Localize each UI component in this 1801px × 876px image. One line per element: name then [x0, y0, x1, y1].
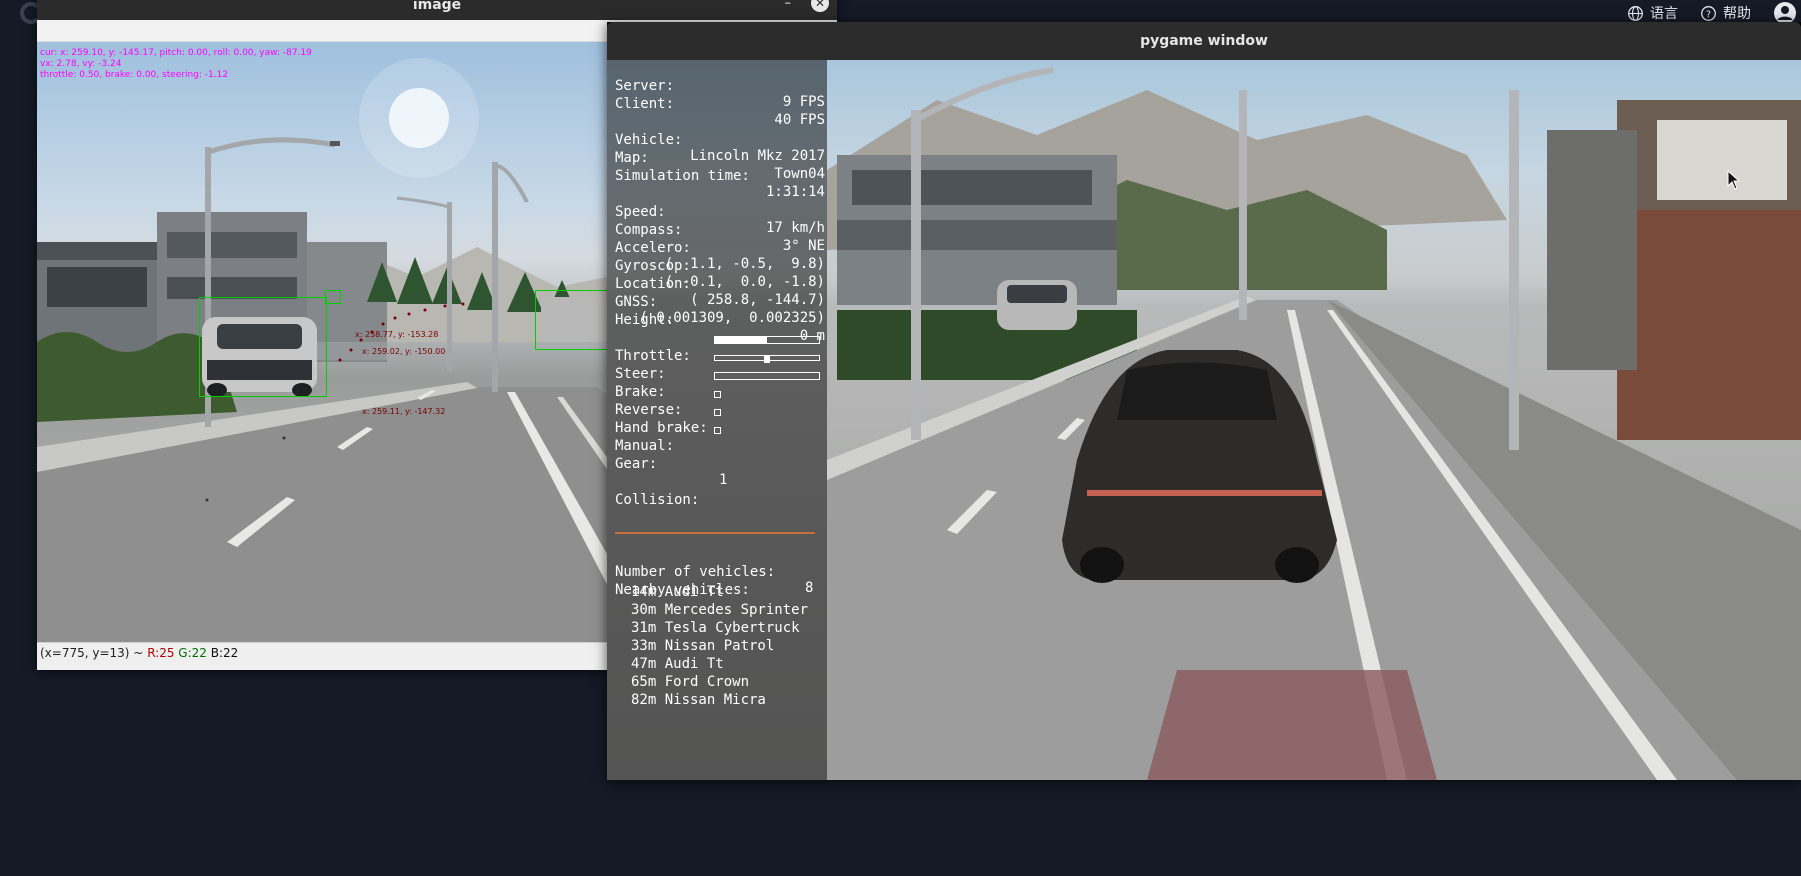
- language-menu[interactable]: 语言: [1627, 3, 1678, 23]
- close-icon: ✕: [814, 0, 826, 10]
- hud-accelero: Accelero: ( 1.1, -0.5, 9.8): [615, 224, 825, 272]
- pygame-window-titlebar[interactable]: pygame window: [607, 22, 1801, 60]
- waypoint-label: x: 258.77, y: -153.28: [355, 330, 439, 339]
- help-menu[interactable]: ? 帮助: [1700, 3, 1751, 23]
- cursor-coords: (x=775, y=13) ~: [40, 646, 144, 660]
- vehicle-bounding-box: [535, 290, 615, 350]
- manual-checkbox: [714, 427, 721, 434]
- hud-gear: Gear: 1: [615, 440, 825, 488]
- hud-steer: Steer:: [615, 350, 825, 382]
- hud-nearby-label: Nearby vehicles:: [615, 566, 825, 598]
- steer-bar: [714, 355, 820, 363]
- question-circle-icon: ?: [1701, 5, 1716, 21]
- control-readout: throttle: 0.50, brake: 0.00, steering: -…: [40, 70, 229, 80]
- pygame-window[interactable]: pygame window Server: 9 FPS Client: 40 F…: [607, 22, 1801, 780]
- collision-label: Collision:: [615, 492, 700, 508]
- pixel-r-value: R:25: [147, 646, 175, 660]
- simulation-view[interactable]: Server: 9 FPS Client: 40 FPS Vehicle: Li…: [607, 60, 1801, 780]
- nearby-vehicle-item: 82m Nissan Micra: [631, 692, 766, 708]
- collision-history-graph: [615, 532, 815, 534]
- waypoint-label: x: 259.11, y: -147.32: [362, 407, 446, 416]
- throttle-bar: [714, 336, 820, 344]
- hud-compass: Compass: 3° NE: [615, 206, 825, 254]
- hud-gnss: GNSS: ( 0.001309, 0.002325): [615, 278, 825, 326]
- nearby-vehicle-item: 31m Tesla Cybertruck: [631, 620, 800, 636]
- reverse-checkbox: [714, 391, 721, 398]
- hud-panel: Server: 9 FPS Client: 40 FPS Vehicle: Li…: [607, 60, 827, 780]
- nearby-vehicle-item: 65m Ford Crown: [631, 674, 750, 690]
- hud-brake: Brake:: [615, 368, 825, 400]
- waypoint-label: x: 259.02, y: -150.00: [362, 347, 446, 356]
- vehicle-bounding-box: [199, 297, 327, 397]
- hud-reverse: Reverse:: [615, 386, 825, 418]
- velocity-readout: vx: 2.78, vy: -3.24: [40, 59, 122, 69]
- gear-label: Gear:: [615, 456, 658, 472]
- hud-gyroscop: Gyroscop: ( -0.1, 0.0, -1.8): [615, 242, 825, 290]
- svg-text:?: ?: [1706, 9, 1711, 20]
- client-label: Client:: [615, 96, 675, 112]
- pixel-g-value: G:22: [178, 646, 207, 660]
- image-window-titlebar[interactable]: image – ✕: [37, 0, 837, 20]
- hud-simtime: Simulation time: 1:31:14: [615, 152, 825, 200]
- pose-readout: cur: x: 259.10, y: -145.17, pitch: 0.00,…: [40, 48, 312, 58]
- brake-bar: [714, 372, 820, 380]
- hud-server: Server: 9 FPS: [615, 62, 825, 110]
- nearby-vehicle-item: 47m Audi Tt: [631, 656, 724, 672]
- hud-num-vehicles: Number of vehicles: 8: [615, 548, 825, 596]
- hud-speed: Speed: 17 km/h: [615, 188, 825, 236]
- throttle-bar-fill: [715, 337, 767, 343]
- pixel-b-value: B:22: [210, 646, 239, 660]
- hud-height: Height: 0 m: [615, 296, 825, 344]
- hud-location: Location: ( 258.8, -144.7): [615, 260, 825, 308]
- nearby-vehicle-item: 14m Audi Tt: [631, 584, 724, 600]
- hud-handbrake: Hand brake:: [615, 404, 825, 436]
- height-label: Height:: [615, 312, 675, 328]
- hud-vehicle: Vehicle: Lincoln Mkz 2017: [615, 116, 825, 164]
- minimize-button[interactable]: –: [785, 0, 792, 11]
- language-label: 语言: [1650, 6, 1678, 22]
- hud-throttle: Throttle:: [615, 332, 825, 364]
- nearby-vehicle-item: 30m Mercedes Sprinter: [631, 602, 809, 618]
- image-window-title: image: [412, 0, 462, 13]
- nearby-vehicle-item: 33m Nissan Patrol: [631, 638, 775, 654]
- hud-collision: Collision:: [615, 476, 825, 508]
- hud-map: Map: Town04: [615, 134, 825, 182]
- hud-client: Client: 40 FPS: [615, 80, 825, 128]
- handbrake-checkbox: [714, 409, 721, 416]
- pygame-window-title: pygame window: [1140, 33, 1268, 49]
- hud-manual: Manual:: [615, 422, 825, 454]
- help-label: 帮助: [1723, 6, 1751, 22]
- globe-icon: [1628, 5, 1643, 21]
- steer-marker: [764, 355, 770, 363]
- vehicle-bounding-box: [325, 290, 341, 304]
- simtime-label: Simulation time:: [615, 168, 750, 184]
- mouse-pointer-icon: [1727, 170, 1741, 190]
